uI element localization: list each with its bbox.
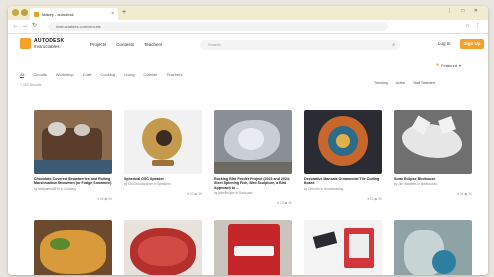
project-thumbnail[interactable] [394,110,472,174]
project-card[interactable]: Decorative Mancala Ornamental Tile Cutti… [304,110,382,201]
filter-active[interactable]: Active [396,81,406,85]
nav-projects[interactable]: Projects [90,42,106,47]
project-title[interactable]: Spherical GSC Speaker [124,177,202,181]
chevron-down-icon: ▾ [459,62,462,68]
filter-options: Trending Active Staff Selected [374,81,435,85]
search-placeholder: Search [208,42,221,47]
nav-teachers[interactable]: Teachers [144,42,162,47]
sort-label: Featured [441,62,458,68]
sort-dropdown[interactable]: ● Featured ▾ [436,62,461,68]
search-input[interactable]: Search ⌕ [200,40,400,50]
tab-circuits[interactable]: Circuits [33,72,46,78]
project-title[interactable]: Chocolate-Covered Strawberries and Rolli… [34,177,112,186]
close-tab-icon[interactable]: × [111,11,114,17]
address-bar-row: ← → ↻ instructables.com/circuits ☆ ⋮ [8,20,488,34]
project-title[interactable]: Solar Eclipse Birdhouse [394,177,472,181]
filter-staff-selected[interactable]: Staff Selected [413,81,435,85]
browser-window: Makey - autodesk × + ⋮ □ ✕ ← → ↻ instruc… [8,6,488,275]
window-control-icon[interactable] [12,9,19,16]
back-icon[interactable]: ← [13,23,19,30]
category-tabs: All Circuits Workshop Craft Cooking Livi… [20,72,183,78]
project-thumbnail[interactable] [124,110,202,174]
tab-workshop[interactable]: Workshop [56,72,74,78]
tab-outside[interactable]: Outside [144,72,158,78]
project-title[interactable]: Decorative Mancala Ornamental Tile Cutti… [304,177,382,186]
url-field[interactable]: instructables.com/circuits [48,22,388,31]
project-stats: ♥ 12 ◉ 2K [277,201,292,206]
project-card[interactable]: Chocolate-Covered Strawberries and Rolli… [34,110,112,201]
browser-tab-bar: Makey - autodesk × + ⋮ □ ✕ [8,6,488,20]
project-card[interactable] [214,220,292,275]
project-thumbnail[interactable] [34,220,112,275]
project-author[interactable]: by CNCWoodworker in Speakers [124,182,202,186]
project-thumbnail[interactable] [34,110,112,174]
tab-craft[interactable]: Craft [83,72,92,78]
forward-icon[interactable]: → [22,23,28,30]
project-author[interactable]: by Mollyanna9876 in Cooking [34,187,112,191]
address-actions[interactable]: ☆ ⋮ [465,23,482,29]
sign-in-link[interactable]: Log In [438,41,451,46]
project-thumbnail[interactable] [214,110,292,174]
site-logo[interactable]: AUTODESK Instructables [20,38,64,49]
site-header: AUTODESK Instructables Projects Contests… [8,34,488,56]
project-author[interactable]: by Jim Wanders in Birdhouses [394,182,472,186]
logo-line2: Instructables [34,43,60,49]
project-title[interactable]: Rocking Bird Feeder Project (2023 and 20… [214,177,292,190]
project-card[interactable] [124,220,202,275]
project-card[interactable] [34,220,112,275]
project-thumbnail[interactable] [394,220,472,275]
project-card[interactable] [394,220,472,275]
logo-icon [20,38,31,49]
project-thumbnail[interactable] [214,220,292,275]
project-card[interactable] [304,220,382,275]
tab-teachers[interactable]: Teachers [166,72,182,78]
favicon-icon [34,11,39,17]
project-author[interactable]: by jwdeBruyne in Backyard [214,191,292,195]
browser-tab[interactable]: Makey - autodesk × [30,8,118,20]
project-card[interactable]: Spherical GSC Speaker by CNCWoodworker i… [124,110,202,196]
project-stats: ♥ 31 ◉ 1K [457,192,472,197]
new-tab-button[interactable]: + [122,9,126,17]
project-author[interactable]: by ChrisUn in Woodworking [304,187,382,191]
tab-living[interactable]: Living [124,72,134,78]
tab-title: Makey - autodesk [42,11,74,17]
tab-all[interactable]: All [20,72,25,78]
project-thumbnail[interactable] [124,220,202,275]
nav-contests[interactable]: Contests [116,42,134,47]
reload-icon[interactable]: ↻ [32,23,37,30]
project-thumbnail[interactable] [304,220,382,275]
project-card[interactable]: Solar Eclipse Birdhouse by Jim Wanders i… [394,110,472,196]
project-thumbnail[interactable] [304,110,382,174]
search-icon[interactable]: ⌕ [392,40,395,50]
result-count: 7,000 Results [20,83,42,87]
project-stats: ♥ 21 ◉ 4K [367,196,382,201]
main-nav: Projects Contests Teachers [90,42,162,47]
logo-line1: AUTODESK [34,37,65,44]
project-stats: ♥ 20 ◉ 3K [187,192,202,197]
filter-trending[interactable]: Trending [374,81,388,85]
tab-cooking[interactable]: Cooking [100,72,115,78]
window-control-icon[interactable] [21,9,28,16]
project-stats: ♥ 52 ◉ 5K [97,196,112,201]
sort-icon: ● [436,62,440,68]
sign-up-button[interactable]: Sign Up [460,39,484,49]
project-card[interactable]: Rocking Bird Feeder Project (2023 and 20… [214,110,292,205]
window-controls[interactable]: ⋮ □ ✕ [447,8,482,14]
